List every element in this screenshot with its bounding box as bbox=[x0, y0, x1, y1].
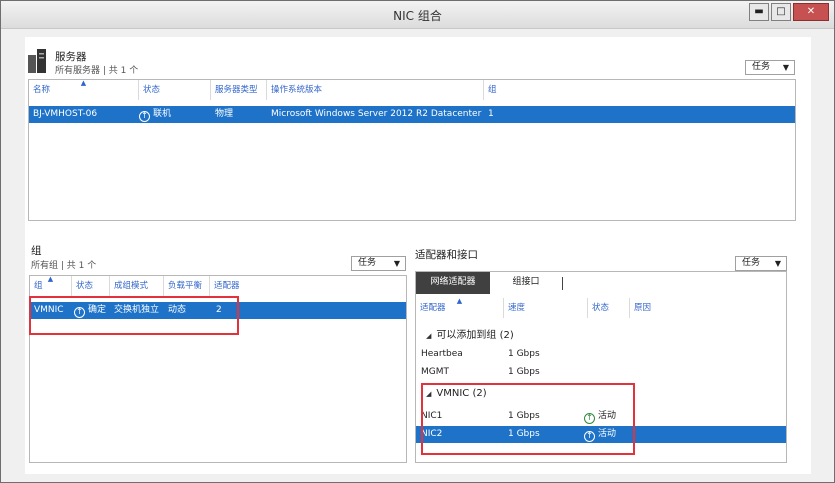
servers-table: ▲ 名称 状态 服务器类型 操作系统版本 组 BJ-VMHOST-06 ↑ 联机 物… bbox=[28, 79, 796, 221]
column-header-adapters[interactable]: 适配器 bbox=[210, 276, 406, 296]
adapter-name: Heartbea bbox=[421, 349, 463, 359]
teams-tasks-dropdown[interactable]: 任务 ▼ bbox=[351, 256, 406, 271]
adapters-title: 适配器和接口 bbox=[415, 249, 478, 261]
column-header-group[interactable]: 组 bbox=[484, 80, 797, 100]
teams-title: 组 bbox=[31, 245, 42, 257]
arrow-up-status-icon: ↑ bbox=[139, 111, 150, 122]
highlight-box-adapters bbox=[421, 383, 635, 455]
server-icon bbox=[28, 49, 46, 73]
list-item[interactable]: Heartbea 1 Gbps bbox=[416, 346, 786, 363]
column-header-status[interactable]: 状态 bbox=[139, 80, 211, 100]
column-header-adapter-status[interactable]: 状态 bbox=[588, 298, 630, 318]
column-header-team[interactable]: ▲ 组 bbox=[30, 275, 72, 296]
column-header-team-status[interactable]: 状态 bbox=[72, 276, 110, 296]
tab-divider bbox=[562, 277, 563, 290]
minimize-button[interactable]: ▬ bbox=[749, 3, 769, 21]
chevron-down-icon: ▼ bbox=[393, 259, 400, 268]
server-group: 1 bbox=[488, 109, 494, 119]
sort-asc-icon: ▲ bbox=[456, 297, 463, 305]
column-header-os-version[interactable]: 操作系统版本 bbox=[267, 80, 484, 100]
chevron-down-icon: ▼ bbox=[782, 63, 789, 72]
adapter-speed: 1 Gbps bbox=[508, 367, 540, 377]
main-content: 服务器 所有服务器 | 共 1 个 任务 ▼ ▲ 名称 状态 服务器类型 操作系统… bbox=[25, 37, 811, 474]
column-header-server-type[interactable]: 服务器类型 bbox=[211, 80, 267, 100]
adapters-tasks-dropdown[interactable]: 任务 ▼ bbox=[735, 256, 787, 271]
column-header-team-mode[interactable]: 成组模式 bbox=[110, 276, 164, 296]
nic-teaming-window: NIC 组合 ▬ □ ✕ 服务器 所有服务器 | 共 1 个 任务 ▼ ▲ 名称 … bbox=[0, 0, 835, 483]
column-header-adapter[interactable]: ▲ 适配器 bbox=[416, 297, 504, 318]
adapters-tasks-label: 任务 bbox=[742, 258, 761, 268]
sort-asc-icon: ▲ bbox=[47, 275, 54, 283]
highlight-box-team bbox=[29, 296, 239, 335]
teams-tasks-label: 任务 bbox=[358, 258, 377, 268]
adapter-name: MGMT bbox=[421, 367, 450, 377]
title-bar[interactable]: NIC 组合 ▬ □ ✕ bbox=[1, 1, 834, 29]
sort-asc-icon: ▲ bbox=[80, 79, 87, 87]
servers-tasks-label: 任务 bbox=[752, 62, 771, 72]
server-name: BJ-VMHOST-06 bbox=[33, 109, 98, 119]
adapter-column-headers: ▲ 适配器 速度 状态 原因 bbox=[416, 297, 786, 318]
maximize-button[interactable]: □ bbox=[771, 3, 791, 21]
list-item[interactable]: MGMT 1 Gbps bbox=[416, 364, 786, 381]
table-row[interactable]: BJ-VMHOST-06 ↑ 联机 物理 Microsoft Windows Se… bbox=[29, 106, 795, 123]
column-header-reason[interactable]: 原因 bbox=[630, 298, 786, 318]
server-os: Microsoft Windows Server 2012 R2 Datacen… bbox=[271, 109, 482, 119]
servers-title: 服务器 bbox=[55, 51, 87, 63]
server-status: 联机 bbox=[153, 109, 172, 119]
server-type: 物理 bbox=[215, 109, 234, 119]
close-button[interactable]: ✕ bbox=[793, 3, 829, 21]
adapter-speed: 1 Gbps bbox=[508, 349, 540, 359]
adapter-group-available[interactable]: ◢ 可以添加到组 (2) bbox=[426, 326, 514, 341]
servers-tasks-dropdown[interactable]: 任务 ▼ bbox=[745, 60, 795, 75]
expand-triangle-icon: ◢ bbox=[426, 332, 432, 340]
column-header-speed[interactable]: 速度 bbox=[504, 298, 588, 318]
column-header-name[interactable]: ▲ 名称 bbox=[29, 79, 139, 100]
window-title: NIC 组合 bbox=[393, 9, 442, 23]
chevron-down-icon: ▼ bbox=[774, 259, 781, 268]
tab-team-interfaces[interactable]: 组接口 bbox=[496, 272, 556, 294]
column-header-load-balancing[interactable]: 负载平衡 bbox=[164, 276, 210, 296]
